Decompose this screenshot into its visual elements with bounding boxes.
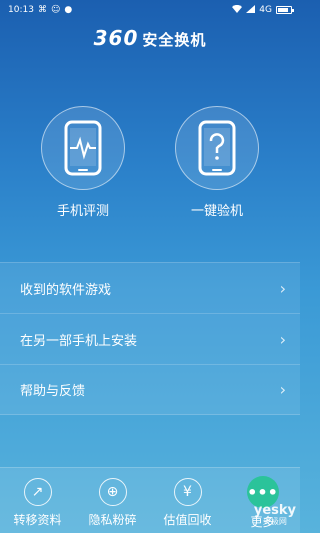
- phone-question-icon: [198, 120, 236, 176]
- transfer-icon: ↗: [23, 478, 52, 506]
- nav-valuation-recycle[interactable]: ¥ 估值回收: [150, 478, 225, 528]
- app-notification-icon: ●: [64, 4, 73, 15]
- usb-icon: ⌘: [37, 4, 47, 15]
- menu-item-received-apps[interactable]: 收到的软件游戏 ›: [0, 262, 300, 313]
- message-icon: ☺: [50, 4, 61, 15]
- phone-heartbeat-icon: [64, 120, 102, 176]
- one-click-check-circle[interactable]: [175, 106, 259, 190]
- menu-list: 收到的软件游戏 › 在另一部手机上安装 › 帮助与反馈 ›: [0, 262, 300, 415]
- nav-label: 估值回收: [163, 513, 212, 527]
- menu-item-label: 在另一部手机上安装: [20, 333, 138, 349]
- nav-privacy-shred[interactable]: ⊕ 隐私粉碎: [75, 478, 150, 528]
- nav-label: 转移资料: [13, 513, 62, 527]
- network-type: 4G: [259, 5, 272, 15]
- one-click-check-button[interactable]: 一键验机: [175, 106, 259, 219]
- nav-transfer-data[interactable]: ↗ 转移资料: [0, 478, 75, 528]
- menu-item-install-other-phone[interactable]: 在另一部手机上安装 ›: [0, 313, 300, 364]
- wifi-icon: [232, 4, 243, 16]
- yuan-icon: ¥: [173, 478, 202, 506]
- nav-label: 隐私粉碎: [88, 513, 137, 527]
- clock: 10:13: [8, 5, 34, 15]
- chevron-right-icon: ›: [279, 380, 286, 399]
- menu-item-label: 帮助与反馈: [20, 384, 86, 399]
- one-click-check-label: 一键验机: [190, 204, 243, 219]
- battery-icon: [276, 6, 294, 14]
- menu-item-help-feedback[interactable]: 帮助与反馈 ›: [0, 364, 300, 415]
- phone-evaluation-circle[interactable]: [41, 106, 125, 190]
- shield-icon: ⊕: [98, 478, 127, 506]
- menu-item-label: 收到的软件游戏: [20, 282, 112, 298]
- logo-title: 安全换机: [142, 31, 207, 49]
- logo-number: 360: [93, 26, 139, 50]
- status-bar: 10:13 ⌘ ☺ ● 4G: [0, 0, 300, 20]
- app-logo: 360 安全换机: [0, 26, 300, 50]
- signal-icon: [246, 4, 256, 16]
- phone-evaluation-label: 手机评测: [56, 204, 109, 219]
- yesky-watermark: yesky 天极网: [254, 503, 296, 527]
- phone-evaluation-button[interactable]: 手机评测: [41, 106, 125, 219]
- chevron-right-icon: ›: [279, 329, 286, 349]
- chevron-right-icon: ›: [279, 278, 286, 298]
